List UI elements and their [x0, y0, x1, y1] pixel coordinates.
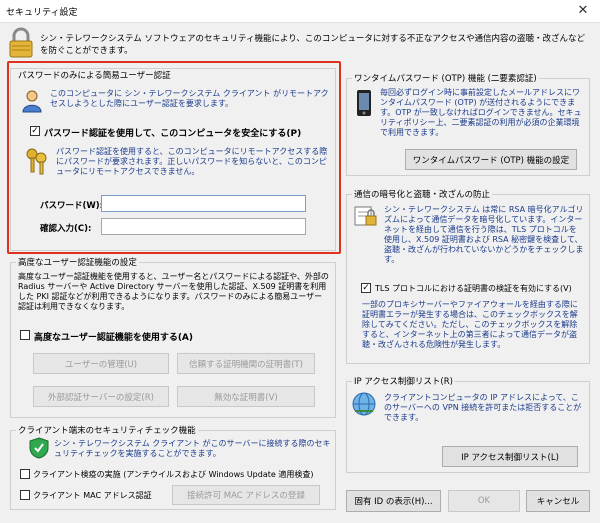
encrypted-doc-icon [352, 204, 378, 228]
advanced-auth-checkbox[interactable] [20, 330, 30, 340]
advanced-auth-checkbox-label[interactable]: 高度なユーザー認証機能を使用する(A) [34, 330, 193, 343]
password-desc2: パスワード認証を使用すると、このコンピュータにリモートアクセスする際にパスワード… [56, 147, 328, 176]
keys-icon [24, 146, 50, 176]
title-bar: セキュリティ設定 ✕ [0, 0, 600, 23]
lock-icon [6, 26, 36, 60]
ip-acl-button[interactable]: IP アクセス制御リスト(L) [442, 446, 578, 467]
otp-desc: 毎回必ずログイン時に事前設定したメールアドレスにワンタイムパスワード (OTP)… [380, 88, 582, 137]
password-auth-checkbox-label[interactable]: パスワード認証を使用して、このコンピュータを安全にする(P) [44, 126, 301, 139]
password-input[interactable] [101, 195, 306, 212]
quarantine-checkbox[interactable] [20, 469, 30, 479]
header-description: シン・テレワークシステム ソフトウェアのセキュリティ機能により、このコンピュータ… [40, 34, 586, 56]
show-id-button[interactable]: 固有 ID の表示(H)... [346, 490, 441, 512]
client-check-group-label: クライアント端末のセキュリティチェック機能 [16, 424, 198, 436]
phone-icon [355, 88, 373, 118]
tls-desc2: 一部のプロキシサーバーやファイアウォールを経由する際に証明書エラーが発生する場合… [362, 300, 578, 349]
ok-button[interactable]: OK [448, 490, 520, 512]
close-icon[interactable]: ✕ [572, 2, 594, 20]
password-desc: このコンピュータに シン・テレワークシステム クライアント がリモートアクセスし… [50, 89, 329, 108]
cancel-button[interactable]: キャンセル [526, 490, 590, 512]
tls-verify-checkbox[interactable]: ✓ [361, 283, 371, 293]
mac-auth-checkbox-label[interactable]: クライアント MAC アドレス認証 [33, 490, 152, 501]
user-icon [20, 88, 44, 114]
otp-group-label: ワンタイムパスワード (OTP) 機能 (二要素認証) [352, 72, 539, 84]
external-auth-server-button[interactable]: 外部認証サーバーの設定(R) [33, 386, 169, 407]
advanced-group-label: 高度なユーザー認証機能の設定 [16, 256, 139, 268]
user-management-button[interactable]: ユーザーの管理(U) [33, 353, 169, 374]
network-globe-icon [350, 390, 378, 418]
trusted-ca-button[interactable]: 信頼する証明機関の証明書(T) [177, 353, 315, 374]
window-title: セキュリティ設定 [6, 8, 78, 18]
password-group-label: パスワードのみによる簡易ユーザー認証 [16, 69, 173, 81]
tls-verify-checkbox-label[interactable]: TLS プロトコルにおける証明書の検証を有効にする(V) [375, 283, 572, 294]
client-check-desc: シン・テレワークシステム クライアント がこのサーバーに接続する際のセキュリティ… [54, 439, 331, 458]
quarantine-checkbox-label[interactable]: クライアント検疫の実施 (アンチウイルスおよび Windows Update 適… [33, 469, 313, 480]
password-label: パスワード(W): [40, 201, 104, 211]
ip-acl-desc: クライアントコンピュータの IP アドレスによって、このサーバーへの VPN 接… [384, 393, 582, 422]
mac-register-button[interactable]: 接続許可 MAC アドレスの登録 [172, 485, 320, 505]
confirm-label: 確認入力(C): [40, 224, 92, 234]
ip-acl-group-label: IP アクセス制御リスト(R) [352, 375, 455, 387]
invalid-cert-button[interactable]: 無効な証明書(V) [177, 386, 315, 407]
tls-desc: シン・テレワークシステム は常に RSA 暗号化アルゴリズムによって通信データを… [384, 205, 584, 264]
confirm-input[interactable] [101, 218, 306, 235]
tls-group-label: 通信の暗号化と盗聴・改ざんの防止 [352, 188, 493, 200]
shield-icon [28, 436, 50, 460]
advanced-desc: 高度なユーザー認証機能を使用すると、ユーザー名とパスワードによる認証や、外部の … [18, 272, 329, 311]
password-auth-checkbox[interactable]: ✓ [30, 126, 40, 136]
otp-settings-button[interactable]: ワンタイムパスワード (OTP) 機能の設定 [405, 149, 577, 170]
mac-auth-checkbox[interactable] [20, 490, 30, 500]
